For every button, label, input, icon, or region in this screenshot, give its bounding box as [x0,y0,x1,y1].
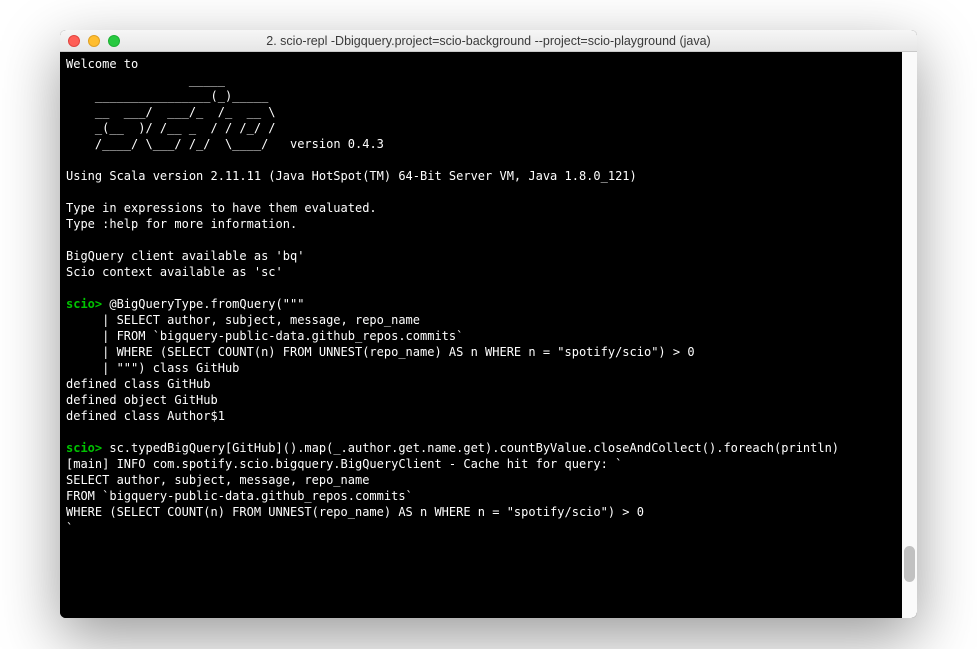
maximize-button[interactable] [108,35,120,47]
scala-version: Using Scala version 2.11.11 (Java HotSpo… [66,169,637,183]
repl-input: @BigQueryType.fromQuery(""" [102,297,304,311]
log-line: WHERE (SELECT COUNT(n) FROM UNNEST(repo_… [66,505,644,519]
repl-prompt: scio> [66,441,102,455]
ascii-art-line: _____ [66,73,225,87]
ascii-art-line: _(__ )/ /__ _ / / /_/ / [66,121,276,135]
ascii-art-line: ________________(_)_____ [66,89,268,103]
repl-input: | FROM `bigquery-public-data.github_repo… [66,329,463,343]
minimize-button[interactable] [88,35,100,47]
terminal-window: 2. scio-repl -Dbigquery.project=scio-bac… [60,30,917,618]
window-title: 2. scio-repl -Dbigquery.project=scio-bac… [60,34,917,48]
titlebar[interactable]: 2. scio-repl -Dbigquery.project=scio-bac… [60,30,917,52]
repl-input: | SELECT author, subject, message, repo_… [66,313,420,327]
bq-available: BigQuery client available as 'bq' [66,249,304,263]
terminal-content: Welcome to _____ ________________(_)____… [66,56,911,536]
scrollbar-track[interactable] [902,52,917,618]
repl-prompt: scio> [66,297,102,311]
traffic-lights [68,35,120,47]
log-line: ` [66,521,73,535]
instructions: Type in expressions to have them evaluat… [66,201,377,215]
repl-input: sc.typedBigQuery[GitHub]().map(_.author.… [102,441,839,455]
log-line: SELECT author, subject, message, repo_na… [66,473,369,487]
repl-input: | """) class GitHub [66,361,239,375]
repl-input: | WHERE (SELECT COUNT(n) FROM UNNEST(rep… [66,345,695,359]
scrollbar-thumb[interactable] [904,546,915,582]
ascii-art-line: /____/ \___/ /_/ \____/ [66,137,268,151]
version-label: version 0.4.3 [268,137,384,151]
log-line: [main] INFO com.spotify.scio.bigquery.Bi… [66,457,622,471]
repl-output: defined class Author$1 [66,409,225,423]
welcome-text: Welcome to [66,57,138,71]
ascii-art-line: __ ___/ ___/_ /_ __ \ [66,105,276,119]
close-button[interactable] [68,35,80,47]
repl-output: defined class GitHub [66,377,211,391]
log-line: FROM `bigquery-public-data.github_repos.… [66,489,413,503]
terminal-area[interactable]: Welcome to _____ ________________(_)____… [60,52,917,618]
sc-available: Scio context available as 'sc' [66,265,283,279]
instructions: Type :help for more information. [66,217,297,231]
repl-output: defined object GitHub [66,393,218,407]
